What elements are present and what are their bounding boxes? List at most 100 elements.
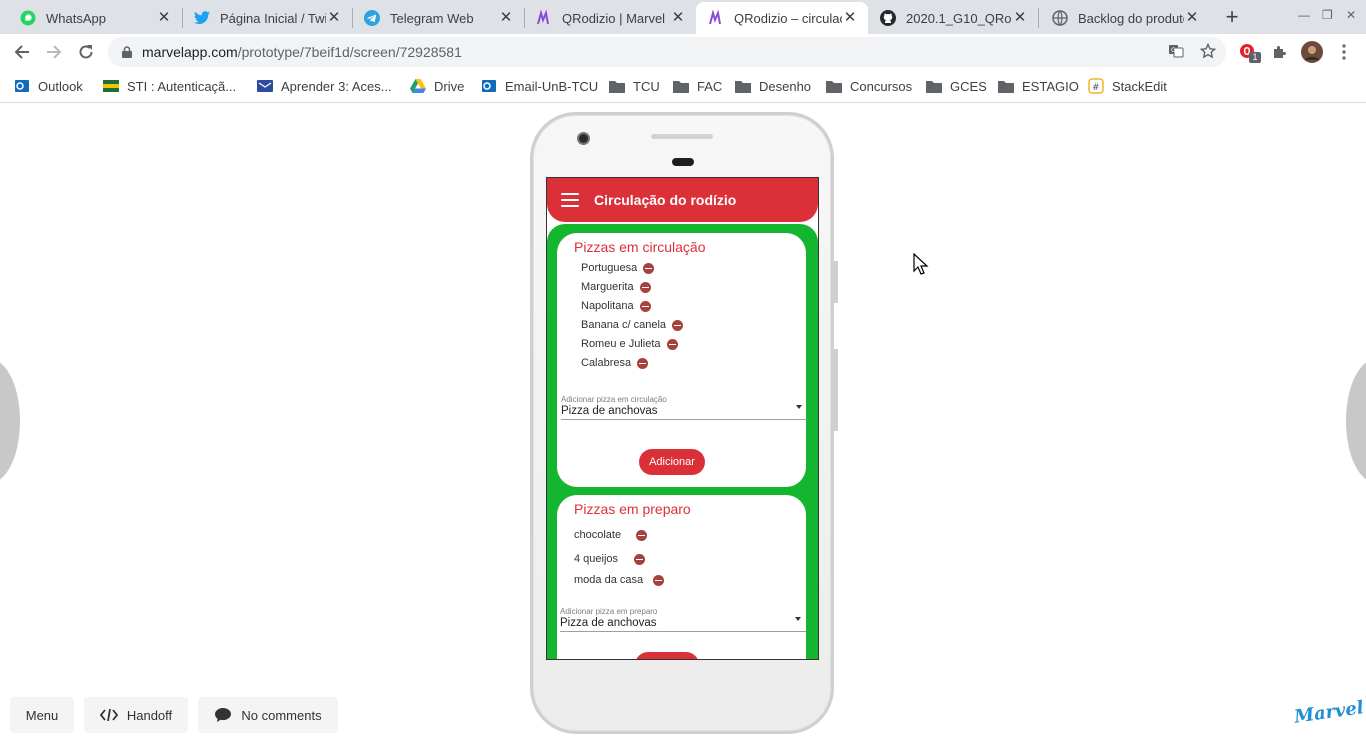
bookmark-stackedit[interactable]: # StackEdit <box>1088 77 1167 95</box>
content-background: Pizzas em circulação Portuguesa Margueri… <box>547 224 818 659</box>
window-close-icon[interactable]: ✕ <box>1346 8 1356 22</box>
close-tab-icon[interactable]: ✕ <box>156 10 172 26</box>
github-icon <box>880 10 896 26</box>
remove-icon[interactable] <box>672 319 684 331</box>
minimize-icon[interactable]: — <box>1298 8 1310 22</box>
browser-toolbar: marvelapp.com/prototype/7beif1d/screen/7… <box>0 34 1366 70</box>
close-tab-icon[interactable]: ✕ <box>670 10 686 26</box>
bookmark-star-icon[interactable] <box>1199 42 1217 60</box>
extension-badge: 1 <box>1249 52 1261 63</box>
select-value: Pizza de anchovas <box>560 617 657 629</box>
bookmark-label: GCES <box>950 78 987 94</box>
tab-backlog[interactable]: Backlog do produto ✕ <box>1040 2 1210 34</box>
remove-icon[interactable] <box>637 357 649 369</box>
bookmark-label: Concursos <box>850 78 913 94</box>
remove-icon[interactable] <box>639 281 651 293</box>
close-tab-icon[interactable]: ✕ <box>842 10 858 26</box>
circulation-title: Pizzas em circulação <box>574 239 706 255</box>
reload-button[interactable] <box>74 40 98 64</box>
comment-icon <box>214 707 232 723</box>
address-bar[interactable]: marvelapp.com/prototype/7beif1d/screen/7… <box>108 37 1226 67</box>
bookmark-outlook[interactable]: Outlook <box>14 77 83 95</box>
next-screen-button[interactable] <box>1346 359 1366 483</box>
bookmark-folder-fac[interactable]: FAC <box>673 77 722 95</box>
marvel-menu-button[interactable]: Menu <box>10 697 74 733</box>
bookmark-label: Drive <box>434 78 465 94</box>
tab-telegram[interactable]: Telegram Web ✕ <box>352 2 524 34</box>
svg-text:G: G <box>1171 47 1176 54</box>
pizza-item: 4 queijos <box>574 553 646 565</box>
close-tab-icon[interactable]: ✕ <box>1012 10 1028 26</box>
back-button[interactable] <box>10 40 34 64</box>
tab-title: Backlog do produto <box>1078 10 1184 26</box>
remove-icon[interactable] <box>666 338 678 350</box>
bookmark-label: Email-UnB-TCU <box>505 78 599 94</box>
pizza-name: moda da casa <box>574 574 644 586</box>
folder-icon <box>735 78 751 94</box>
folder-icon <box>998 78 1014 94</box>
bookmark-folder-estagio[interactable]: ESTAGIO <box>998 77 1079 95</box>
stackedit-icon: # <box>1088 78 1104 94</box>
select-value: Pizza de anchovas <box>561 405 658 417</box>
sti-icon <box>103 78 119 94</box>
tab-title: Telegram Web <box>390 10 474 26</box>
add-preparation-select[interactable]: Adicionar pizza em preparo Pizza de anch… <box>560 607 806 632</box>
tab-marvel[interactable]: QRodizio | Marvel ✕ <box>524 2 696 34</box>
circulation-card: Pizzas em circulação Portuguesa Margueri… <box>557 233 807 487</box>
tab-title: Página Inicial / Twitter <box>220 10 326 26</box>
tab-whatsapp[interactable]: WhatsApp ✕ <box>8 2 182 34</box>
marvel-icon <box>536 10 552 26</box>
bookmark-label: STI : Autenticaçã... <box>127 78 237 94</box>
remove-icon[interactable] <box>643 262 655 274</box>
tab-twitter[interactable]: Página Inicial / Twitter ✕ <box>182 2 352 34</box>
bookmark-email-unb[interactable]: Email-UnB-TCU <box>481 77 598 95</box>
url-text: marvelapp.com/prototype/7beif1d/screen/7… <box>142 44 462 60</box>
twitter-icon <box>194 10 210 26</box>
bookmark-sti[interactable]: STI : Autenticaçã... <box>103 77 236 95</box>
lock-icon <box>120 45 134 59</box>
extension-icon[interactable]: 1 <box>1237 41 1261 63</box>
restore-icon[interactable]: ❐ <box>1322 8 1333 22</box>
extensions-puzzle-icon[interactable] <box>1269 41 1291 63</box>
bookmark-folder-concursos[interactable]: Concursos <box>826 77 912 95</box>
bookmark-label: ESTAGIO <box>1022 78 1079 94</box>
hamburger-menu-icon[interactable] <box>561 193 579 207</box>
pizza-item: Banana c/ canela <box>581 319 684 331</box>
profile-avatar[interactable] <box>1301 41 1323 63</box>
bookmark-label: Aprender 3: Aces... <box>281 78 392 94</box>
add-button[interactable]: Adicionar <box>639 449 705 475</box>
close-tab-icon[interactable]: ✕ <box>1184 10 1200 26</box>
bookmark-aprender[interactable]: Aprender 3: Aces... <box>257 77 392 95</box>
app-screen: Circulação do rodízio Pizzas em circulaç… <box>546 177 819 660</box>
remove-icon[interactable] <box>634 553 646 565</box>
forward-button[interactable] <box>42 40 66 64</box>
pizza-name: Portuguesa <box>581 262 638 274</box>
folder-icon <box>673 78 689 94</box>
bookmark-folder-tcu[interactable]: TCU <box>609 77 660 95</box>
close-tab-icon[interactable]: ✕ <box>498 10 514 26</box>
browser-menu-icon[interactable] <box>1333 41 1355 63</box>
remove-icon[interactable] <box>653 574 665 586</box>
close-tab-icon[interactable]: ✕ <box>326 10 342 26</box>
tab-github[interactable]: 2020.1_G10_QRodizio ✕ <box>868 2 1038 34</box>
marvel-logo[interactable]: Marvel <box>1293 697 1365 728</box>
tab-marvel-active[interactable]: QRodizio – circulação ✕ <box>696 2 868 34</box>
bookmark-folder-desenho[interactable]: Desenho <box>735 77 811 95</box>
add-preparation-button[interactable] <box>635 652 699 659</box>
remove-icon[interactable] <box>639 300 651 312</box>
pizza-item: Marguerita <box>581 281 651 293</box>
pizza-name: Napolitana <box>581 300 634 312</box>
phone-power-key <box>834 349 838 431</box>
folder-icon <box>926 78 942 94</box>
add-circulation-select[interactable]: Adicionar pizza em circulação Pizza de a… <box>561 395 807 420</box>
comments-button[interactable]: No comments <box>198 697 338 733</box>
translate-icon[interactable]: G <box>1167 42 1185 60</box>
new-tab-button[interactable]: + <box>1220 6 1244 30</box>
bookmark-folder-gces[interactable]: GCES <box>926 77 987 95</box>
previous-screen-button[interactable] <box>0 359 20 483</box>
bookmark-drive[interactable]: Drive <box>410 77 464 95</box>
outlook-icon <box>14 78 30 94</box>
pizza-name: Banana c/ canela <box>581 319 667 331</box>
handoff-button[interactable]: Handoff <box>84 697 188 733</box>
remove-icon[interactable] <box>636 529 648 541</box>
